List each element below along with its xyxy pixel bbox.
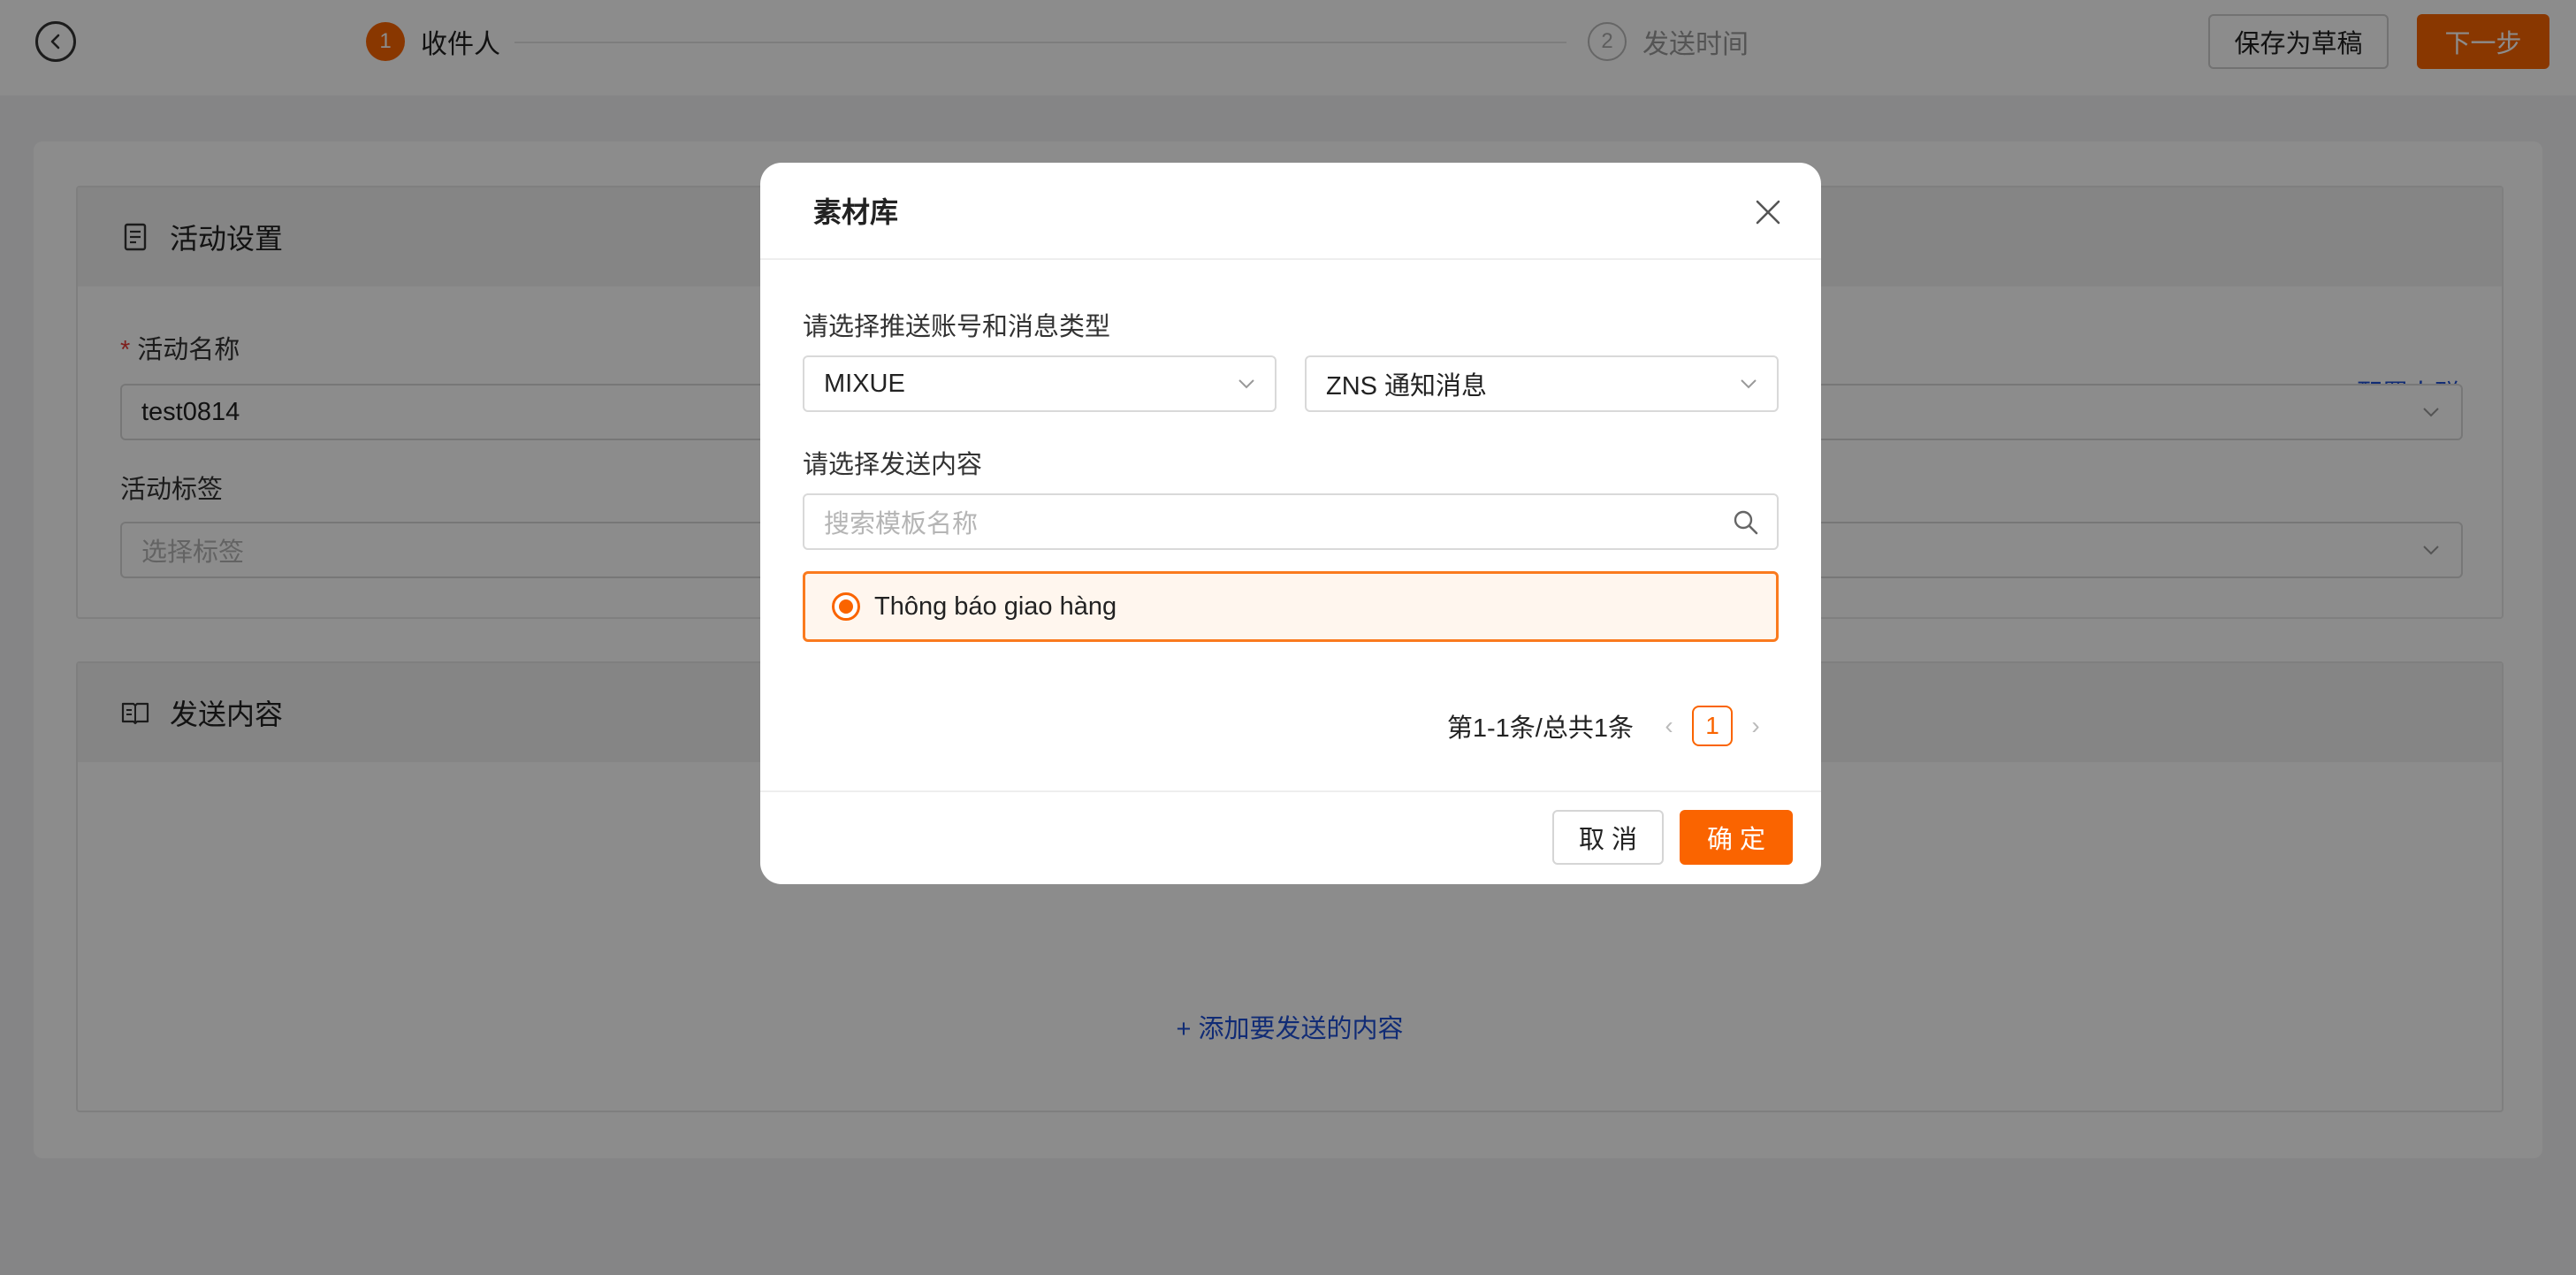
search-placeholder: 搜索模板名称 — [824, 510, 979, 538]
material-library-dialog: 素材库 请选择推送账号和消息类型 MIXUE ZNS 通知消息 请选择发送内容 … — [760, 163, 1821, 884]
radio-selected[interactable] — [832, 592, 860, 621]
radio-dot — [839, 599, 853, 614]
chevron-down-icon — [1741, 379, 1757, 389]
account-type-label: 请选择推送账号和消息类型 — [803, 313, 1111, 341]
dialog-title: 素材库 — [813, 196, 899, 228]
select-value: ZNS 通知消息 — [1326, 372, 1488, 401]
pagination-summary: 第1-1条/总共1条 — [1446, 714, 1634, 743]
prev-page-icon[interactable]: ‹ — [1653, 710, 1685, 742]
chevron-down-icon — [1238, 379, 1254, 389]
select-value: MIXUE — [824, 369, 905, 398]
content-label: 请选择发送内容 — [803, 451, 983, 479]
template-name: Thông báo giao hàng — [874, 592, 1117, 621]
template-option[interactable]: Thông báo giao hàng — [803, 571, 1779, 642]
dialog-header: 素材库 — [760, 163, 1821, 260]
search-icon[interactable] — [1731, 508, 1761, 538]
template-search-input[interactable]: 搜索模板名称 — [803, 493, 1779, 550]
message-type-select[interactable]: ZNS 通知消息 — [1305, 355, 1779, 412]
next-page-icon[interactable]: › — [1740, 710, 1772, 742]
confirm-button[interactable]: 确 定 — [1680, 810, 1793, 865]
close-icon[interactable] — [1750, 195, 1786, 230]
push-account-select[interactable]: MIXUE — [803, 355, 1277, 412]
pagination: 第1-1条/总共1条 ‹ 1 › — [1447, 706, 1772, 746]
cancel-button[interactable]: 取 消 — [1552, 810, 1664, 865]
page-number-current[interactable]: 1 — [1692, 706, 1733, 746]
